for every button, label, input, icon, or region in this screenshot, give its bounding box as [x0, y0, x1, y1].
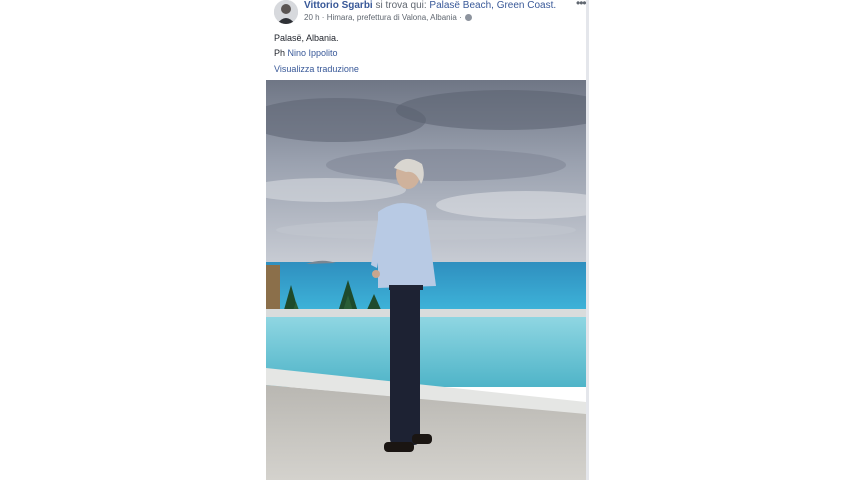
credit-prefix: Ph: [274, 48, 288, 58]
post-meta-line: 20 h · Himara, prefettura di Valona, Alb…: [304, 13, 472, 23]
post-time[interactable]: 20 h: [304, 13, 320, 22]
photo-credit: Ph Nino Ippolito: [274, 47, 338, 59]
author-name[interactable]: Vittorio Sgarbi: [304, 0, 373, 11]
post-caption: Palasë, Albania.: [274, 33, 339, 43]
translate-link[interactable]: Visualizza traduzione: [274, 63, 359, 75]
more-icon[interactable]: •••: [576, 0, 586, 9]
author-avatar[interactable]: [274, 0, 298, 24]
globe-icon: [464, 14, 472, 21]
photo-scene: [266, 80, 586, 480]
post-header: Vittorio Sgarbi si trova qui: Palasë Bea…: [274, 0, 586, 26]
meta-separator: ·: [319, 13, 327, 22]
meta-separator-2: ·: [456, 13, 464, 22]
card-border: [586, 0, 589, 480]
post-photo[interactable]: [266, 80, 586, 480]
post-title-line: Vittorio Sgarbi si trova qui: Palasë Bea…: [304, 0, 556, 12]
facebook-post: Vittorio Sgarbi si trova qui: Palasë Bea…: [266, 0, 586, 480]
post-location[interactable]: Himara, prefettura di Valona, Albania: [327, 13, 457, 22]
credit-tag-link[interactable]: Nino Ippolito: [288, 48, 338, 58]
avatar-image: [274, 0, 298, 24]
place-link[interactable]: Palasë Beach, Green Coast.: [429, 0, 556, 11]
checkin-text: si trova qui:: [372, 0, 430, 11]
